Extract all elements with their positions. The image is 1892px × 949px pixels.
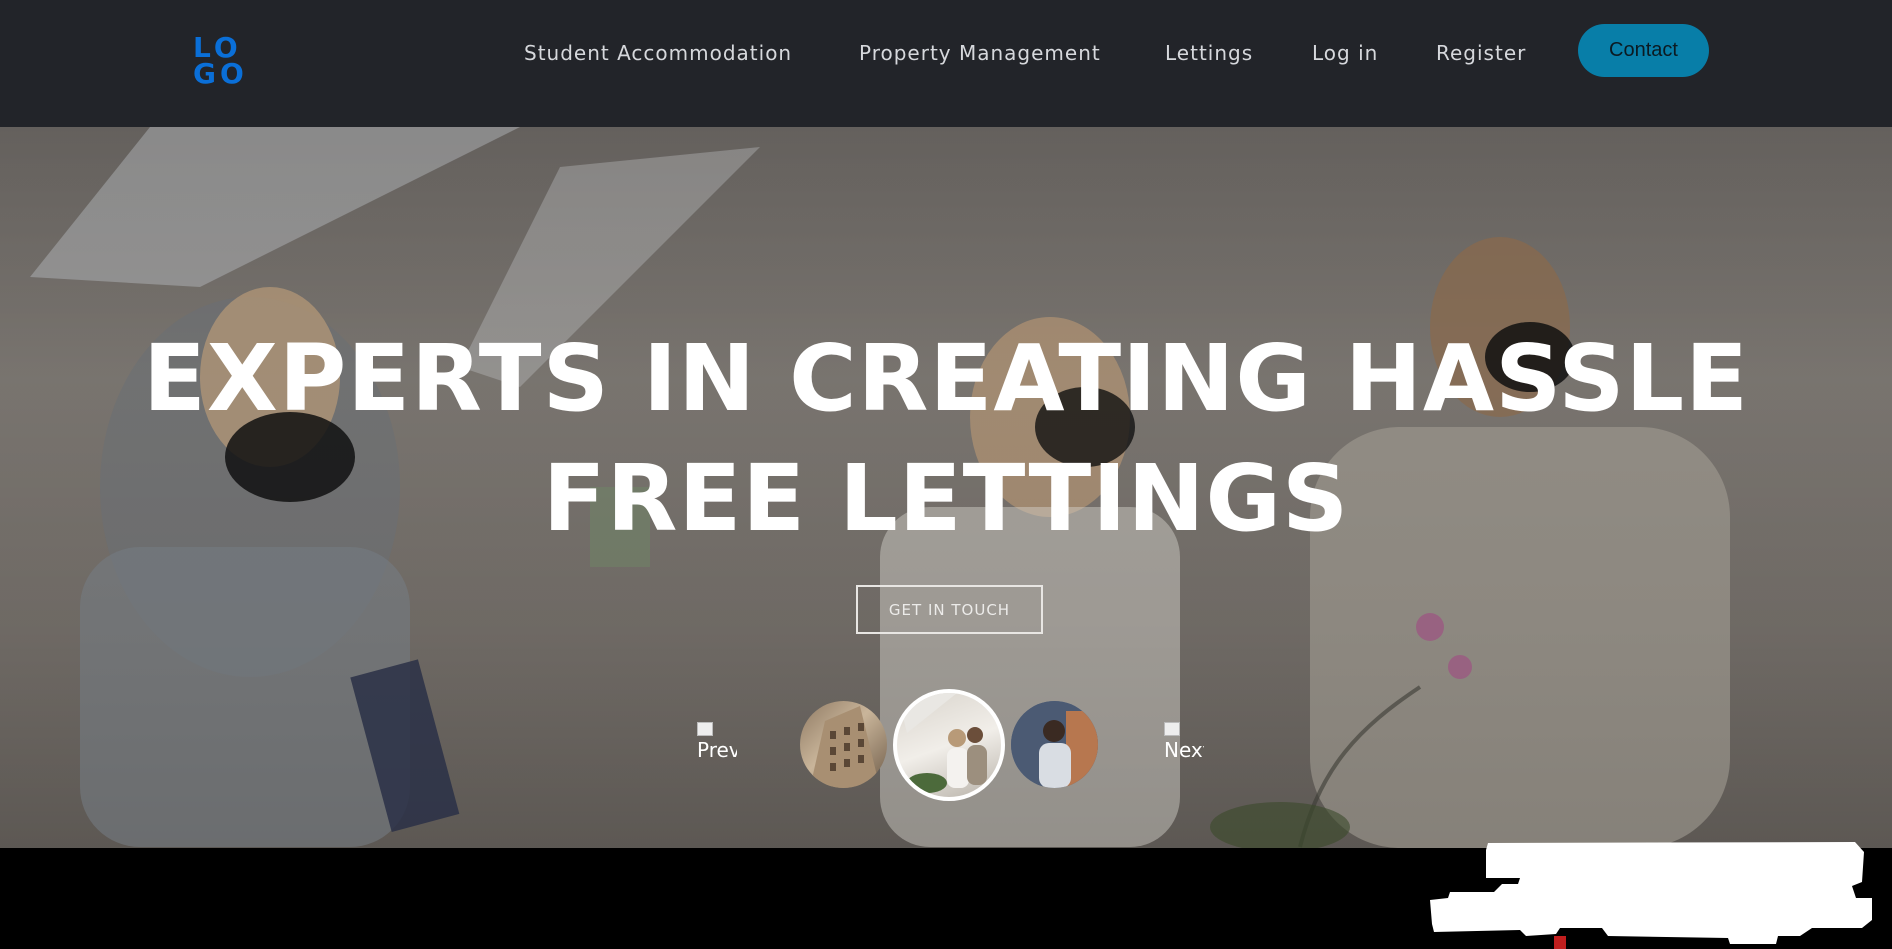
- nav-register[interactable]: Register: [1436, 40, 1526, 66]
- hero-title-line-1: EXPERTS IN CREATING HASSLE: [143, 325, 1749, 432]
- logo[interactable]: LO GO: [193, 34, 251, 91]
- slide-thumbnail-student[interactable]: [1011, 701, 1098, 788]
- next-arrow[interactable]: Next: [1164, 722, 1204, 762]
- broken-image-icon: [697, 722, 713, 736]
- nav-log-in[interactable]: Log in: [1312, 40, 1378, 66]
- hero-section: EXPERTS IN CREATING HASSLE FREE LETTINGS…: [0, 127, 1892, 848]
- broken-image-icon: [1164, 722, 1180, 736]
- logo-line-2: GO: [193, 57, 248, 90]
- contact-button[interactable]: Contact: [1578, 24, 1709, 77]
- prev-arrow[interactable]: Prev: [697, 722, 737, 762]
- student-photo-icon: [1011, 701, 1098, 788]
- slide-thumbnail-building[interactable]: [800, 701, 887, 788]
- nav-property-management[interactable]: Property Management: [859, 40, 1101, 66]
- prev-label: Prev: [697, 738, 737, 762]
- nav-student-accommodation[interactable]: Student Accommodation: [524, 40, 792, 66]
- hero-title: EXPERTS IN CREATING HASSLE FREE LETTINGS: [0, 319, 1892, 559]
- slide-thumbnail-people-active[interactable]: [893, 689, 1005, 801]
- get-in-touch-button[interactable]: GET IN TOUCH: [856, 585, 1043, 634]
- hero-title-line-2: FREE LETTINGS: [542, 445, 1350, 552]
- next-label: Next: [1164, 738, 1204, 762]
- building-photo-icon: [810, 706, 880, 788]
- site-header: LO GO Student Accommodation Property Man…: [0, 0, 1892, 127]
- nav-lettings[interactable]: Lettings: [1165, 40, 1253, 66]
- people-elbow-bump-photo-icon: [897, 693, 987, 793]
